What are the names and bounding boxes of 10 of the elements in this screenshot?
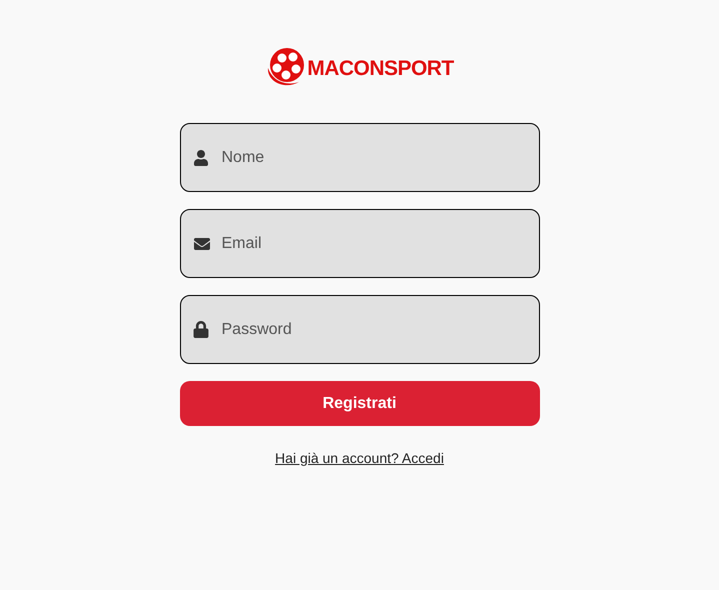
input-field[interactable]: Nome [180, 123, 540, 192]
soccer-ball-icon [265, 46, 306, 88]
login-link[interactable]: Hai già un account? Accedi [275, 448, 444, 469]
lock-icon [192, 321, 208, 338]
envelope-icon [192, 236, 210, 252]
input-field[interactable]: Email [180, 209, 540, 278]
input-field[interactable]: Password [180, 295, 540, 364]
logo-text: MACONSPORT [307, 56, 454, 82]
person-icon [192, 150, 208, 166]
register-button[interactable]: Registrati [180, 381, 540, 426]
